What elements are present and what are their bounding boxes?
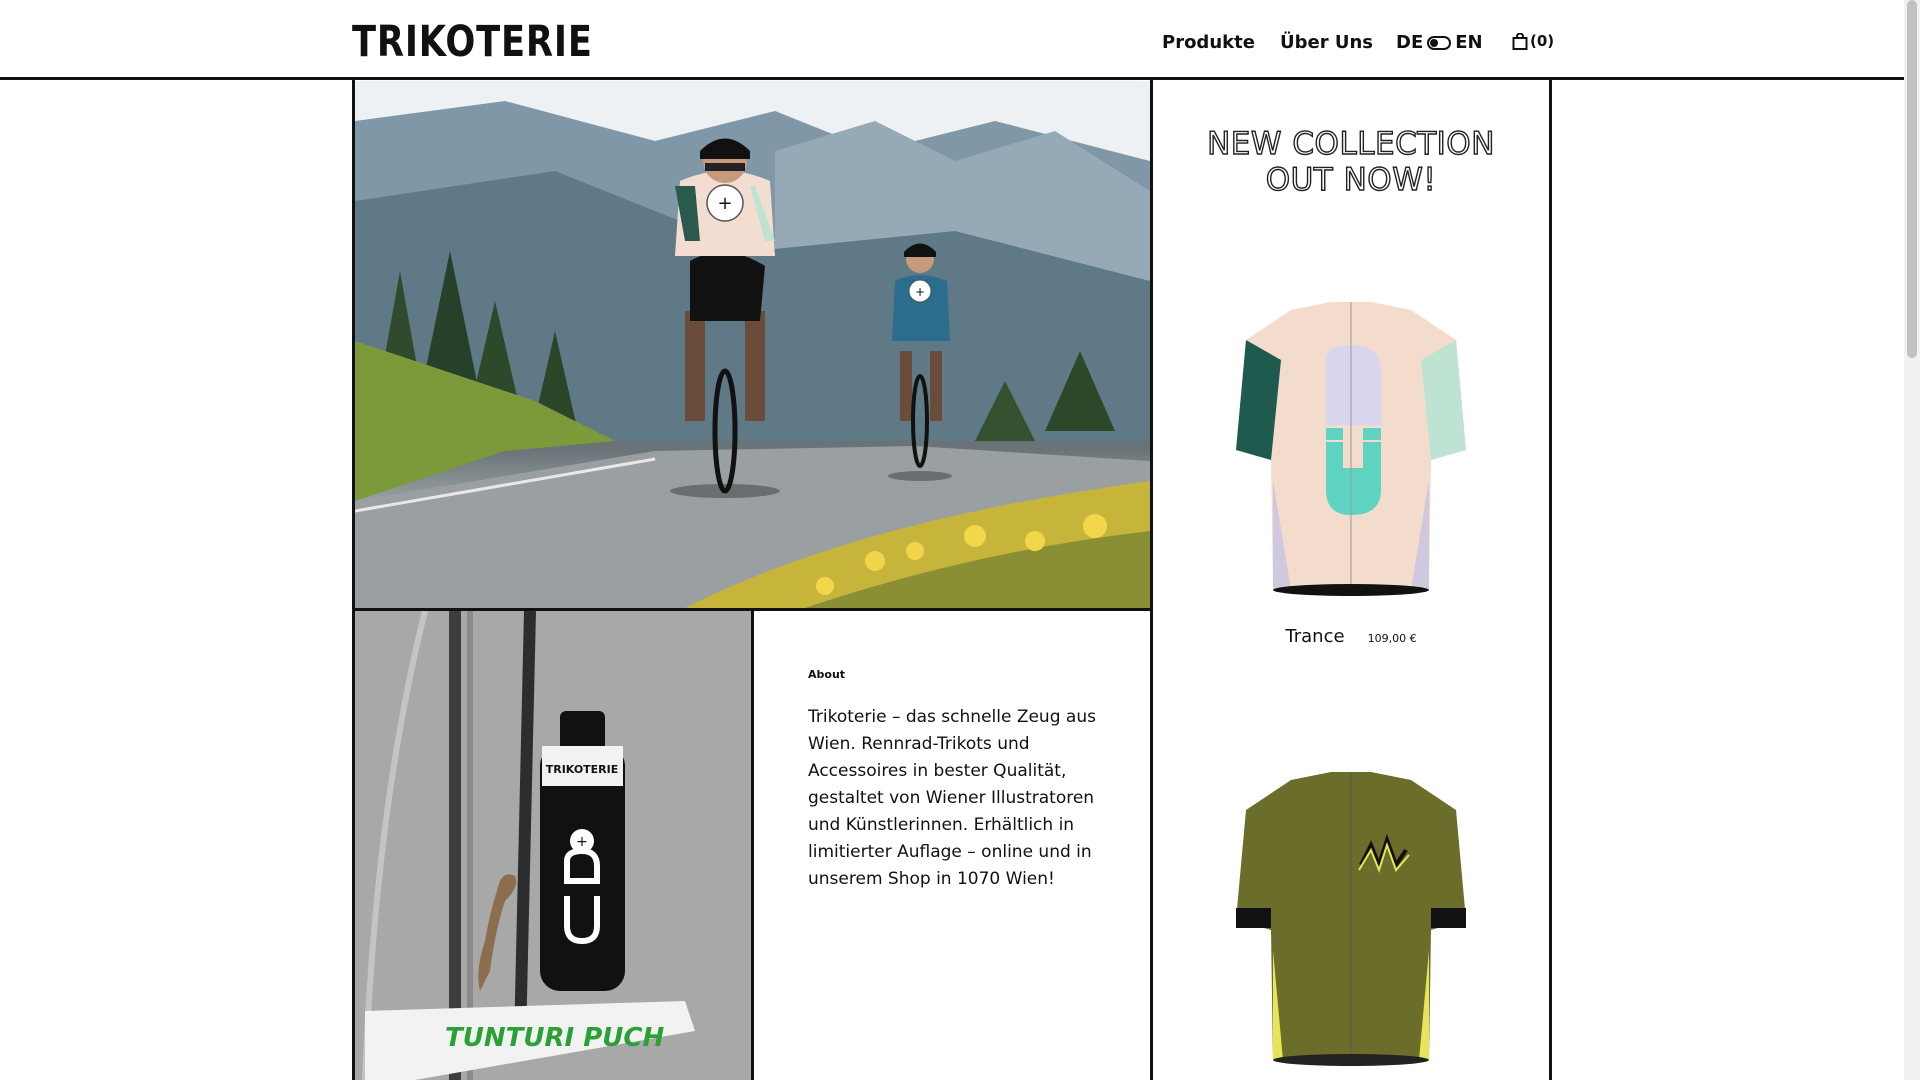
- language-toggle-icon[interactable]: [1427, 35, 1452, 50]
- collection-title-line1: NEW COLLECTION: [1206, 125, 1495, 162]
- page-scrollbar[interactable]: [1904, 0, 1920, 1080]
- nav-produkte[interactable]: Produkte: [1162, 32, 1255, 53]
- lang-de[interactable]: DE: [1396, 32, 1423, 53]
- product-image-trance[interactable]: [1231, 300, 1471, 600]
- language-switch[interactable]: DE EN: [1396, 32, 1483, 53]
- collection-title: NEW COLLECTION OUT NOW!: [1153, 125, 1549, 198]
- svg-text:+: +: [915, 285, 925, 299]
- product-price: 109,00 €: [1367, 632, 1417, 645]
- nav-ueber-uns[interactable]: Über Uns: [1280, 32, 1373, 53]
- bottle-illustration: TUNTURI PUCH TRIKOTERIE +: [355, 611, 751, 1080]
- collection-title-line2: OUT NOW!: [1265, 161, 1437, 198]
- hero-cyclists-image[interactable]: + +: [355, 81, 1150, 608]
- about-label: About: [808, 668, 846, 681]
- svg-text:+: +: [576, 834, 588, 850]
- shopping-bag-icon: [1512, 32, 1528, 50]
- site-header: TRIKOTERIE Produkte Über Uns DE EN (0): [0, 0, 1904, 80]
- cart-count: (0): [1530, 32, 1555, 50]
- grid-line-inner: [751, 608, 754, 1080]
- grid-line-right: [1549, 78, 1552, 1080]
- stand-text: TUNTURI PUCH: [445, 1023, 664, 1053]
- cart-button[interactable]: (0): [1512, 32, 1554, 50]
- product-info-trance: Trance 109,00 €: [1153, 626, 1549, 647]
- product-card-trance[interactable]: Trance 109,00 €: [1153, 300, 1549, 650]
- bottle-image[interactable]: TUNTURI PUCH TRIKOTERIE +: [355, 611, 751, 1080]
- lang-en[interactable]: EN: [1455, 32, 1482, 53]
- product-name[interactable]: Trance: [1285, 626, 1344, 647]
- product-image-olive[interactable]: [1231, 770, 1471, 1070]
- svg-text:+: +: [717, 193, 732, 214]
- about-text: Trikoterie – das schnelle Zeug aus Wien.…: [808, 707, 1096, 889]
- product-card-olive[interactable]: [1153, 770, 1549, 1070]
- bottle-brand-text: TRIKOTERIE: [546, 763, 619, 776]
- hero-illustration: + +: [355, 81, 1150, 608]
- site-logo[interactable]: TRIKOTERIE: [352, 17, 593, 67]
- scrollbar-thumb[interactable]: [1907, 0, 1917, 358]
